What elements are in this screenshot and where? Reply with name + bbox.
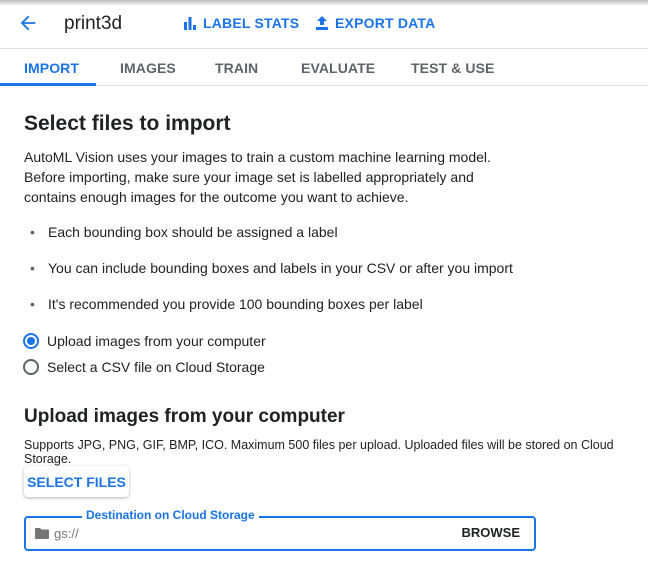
radio-checked-icon[interactable]: [23, 333, 39, 349]
destination-input[interactable]: [54, 523, 454, 543]
bullet-item: You can include bounding boxes and label…: [30, 260, 513, 276]
bullet-item: Each bounding box should be assigned a l…: [30, 224, 338, 240]
intro-text: AutoML Vision uses your images to train …: [24, 149, 491, 205]
bullet-text: You can include bounding boxes and label…: [48, 260, 513, 276]
label-stats-label: LABEL STATS: [203, 15, 300, 31]
label-stats-button[interactable]: LABEL STATS: [183, 15, 299, 31]
export-data-button[interactable]: EXPORT DATA: [315, 15, 435, 31]
radio-upload-from-computer[interactable]: Upload images from your computer: [23, 333, 266, 349]
bar-chart-icon: [184, 17, 196, 30]
tab-test-and-use[interactable]: TEST & USE: [411, 60, 494, 76]
upload-icon: [316, 16, 328, 30]
tab-import[interactable]: IMPORT: [24, 60, 79, 76]
dataset-title: print3d: [64, 13, 123, 34]
folder-icon: [35, 528, 49, 539]
export-data-label: EXPORT DATA: [335, 15, 436, 31]
bullet-item: It's recommended you provide 100 boundin…: [30, 296, 423, 312]
browse-button[interactable]: BROWSE: [462, 525, 521, 540]
radio-unchecked-icon[interactable]: [23, 359, 39, 375]
tab-evaluate[interactable]: EVALUATE: [301, 60, 375, 76]
radio-label: Upload images from your computer: [47, 333, 266, 349]
active-tab-indicator: [0, 83, 96, 86]
bullet-text: Each bounding box should be assigned a l…: [48, 224, 338, 240]
back-arrow-icon[interactable]: [17, 12, 39, 34]
bullet-text: It's recommended you provide 100 boundin…: [48, 296, 423, 312]
tab-images[interactable]: IMAGES: [120, 60, 176, 76]
tab-train[interactable]: TRAIN: [215, 60, 258, 76]
supported-formats-text: Supports JPG, PNG, GIF, BMP, ICO. Maximu…: [24, 438, 614, 466]
tab-bar: IMPORT IMAGES TRAIN EVALUATE TEST & USE: [0, 48, 648, 86]
select-files-button[interactable]: SELECT FILES: [24, 466, 129, 497]
radio-label: Select a CSV file on Cloud Storage: [47, 359, 265, 375]
destination-label: Destination on Cloud Storage: [82, 508, 259, 522]
page-heading: Select files to import: [24, 112, 231, 135]
header: print3d LABEL STATS EXPORT DATA: [0, 0, 648, 48]
upload-heading: Upload images from your computer: [24, 406, 345, 427]
destination-field[interactable]: Destination on Cloud Storage BROWSE: [24, 508, 536, 551]
radio-csv-cloud-storage[interactable]: Select a CSV file on Cloud Storage: [23, 359, 265, 375]
